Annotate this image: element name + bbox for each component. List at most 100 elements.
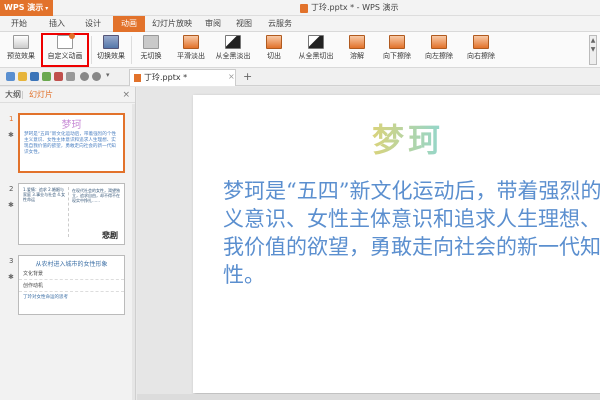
slide-number: 1 — [9, 115, 14, 123]
custom-animation-button[interactable]: 自定义动画 — [41, 33, 89, 67]
transition-label: 切出 — [267, 52, 281, 60]
customize-toolbar-icon[interactable]: ▾ — [106, 71, 112, 80]
dissolve-icon — [349, 35, 365, 49]
presentation-file-icon — [300, 3, 308, 13]
undo-icon[interactable] — [80, 72, 89, 81]
document-tab[interactable]: 丁玲.pptx * — [129, 69, 236, 86]
tab-review[interactable]: 审阅 — [200, 16, 226, 32]
document-tab-label: 丁玲.pptx * — [144, 73, 188, 82]
close-tab-icon[interactable]: × — [228, 72, 235, 81]
animation-star-icon: ✱ — [8, 273, 14, 281]
ribbon: 预览效果 自定义动画 切换效果 无切换 平滑淡出 从全黑淡出 切出 从全黑切出 … — [0, 32, 600, 68]
thumb-title: 从农村进入城市的女性形象 — [35, 261, 108, 268]
transition-wipe-left[interactable]: 向左擦除 — [420, 34, 458, 66]
quick-access-toolbar: ▾ 丁玲.pptx * × + — [0, 68, 600, 86]
slides-panel: 大纲 | 幻灯片 × 1 ✱ 梦珂 梦珂是“五四”新文化运动后，带着强烈的个性主… — [0, 87, 136, 400]
transition-label: 向下擦除 — [383, 52, 411, 60]
tab-slideshow[interactable]: 幻灯片放映 — [149, 16, 195, 32]
tab-design[interactable]: 设计 — [78, 16, 108, 32]
fade-icon — [183, 35, 199, 49]
tab-view[interactable]: 视图 — [231, 16, 257, 32]
thumb-body: 梦珂是“五四”新文化运动后，带着强烈的个性主义意识、女性主体意识和追求人生理想、… — [24, 132, 117, 155]
chevron-down-icon: ▾ — [45, 5, 49, 12]
preview-button[interactable]: 预览效果 — [3, 34, 39, 66]
menu-bar: 开始 插入 设计 动画 幻灯片放映 审阅 视图 云服务 — [0, 16, 600, 32]
transition-label: 平滑淡出 — [177, 52, 205, 60]
save-icon[interactable] — [30, 72, 39, 81]
no-transition-icon — [143, 35, 159, 49]
slide-body-text[interactable]: 梦珂是“五四”新文化运动后，带着强烈的个性主义意识、女性主体意识和追求人生理想、… — [223, 177, 600, 289]
slide-thumbnail-2[interactable]: 1.爱情：追求 2.婚姻与家庭 3.事业与社会 4.女性命运 在现代社会的女性，… — [18, 183, 125, 245]
fade-black-icon — [225, 35, 241, 49]
slide-thumbnail-3[interactable]: 从农村进入城市的女性形象 文化背景 创作动机 丁玲对女性命运的思考 — [18, 255, 125, 315]
window-title: 丁玲.pptx * - WPS 演示 — [300, 0, 398, 16]
slide-title[interactable]: 梦珂 — [193, 115, 600, 161]
title-bar: WPS 演示 ▾ 丁玲.pptx * - WPS 演示 — [0, 0, 600, 16]
transition-none[interactable]: 无切换 — [134, 34, 168, 66]
panel-tab-divider: | — [21, 90, 24, 99]
tab-slides[interactable]: 幻灯片 — [29, 87, 53, 103]
close-panel-icon[interactable]: × — [122, 87, 130, 103]
wipe-right-icon — [473, 35, 489, 49]
preview-print-icon[interactable] — [66, 72, 75, 81]
switch-effect-icon — [103, 35, 119, 49]
ribbon-scroll-arrows[interactable]: ▲ ▼ — [589, 35, 597, 65]
redo-icon[interactable] — [92, 72, 101, 81]
slide-number: 2 — [9, 185, 14, 193]
tab-cloud[interactable]: 云服务 — [262, 16, 298, 32]
wipe-down-icon — [389, 35, 405, 49]
cut-black-icon — [308, 35, 324, 49]
thumb-row: 创作动机 — [19, 280, 124, 292]
thumb-footer: 丁玲对女性命运的思考 — [23, 295, 68, 300]
tab-outline[interactable]: 大纲 — [5, 87, 21, 103]
transition-fade-smooth[interactable]: 平滑淡出 — [172, 34, 210, 66]
transition-wipe-right[interactable]: 向右擦除 — [462, 34, 500, 66]
tab-home[interactable]: 开始 — [4, 16, 34, 32]
transition-cut[interactable]: 切出 — [258, 34, 290, 66]
preview-label: 预览效果 — [7, 52, 35, 60]
panel-scrollbar[interactable] — [132, 104, 135, 400]
transition-wipe-down[interactable]: 向下擦除 — [378, 34, 416, 66]
ribbon-separator — [91, 36, 92, 64]
tab-animation[interactable]: 动画 — [113, 16, 145, 32]
transition-label: 向左擦除 — [425, 52, 453, 60]
tab-insert[interactable]: 插入 — [42, 16, 72, 32]
window-title-text: 丁玲.pptx * - WPS 演示 — [311, 3, 399, 12]
slide-editor: 梦珂 梦珂是“五四”新文化运动后，带着强烈的个性主义意识、女性主体意识和追求人生… — [137, 87, 600, 400]
transition-label: 向右擦除 — [467, 52, 495, 60]
transition-cut-black[interactable]: 从全黑切出 — [293, 34, 339, 66]
slide-number: 3 — [9, 257, 14, 265]
thumb-right-column: 在现代社会的女性，渴望独立，追求自由，却不得不在现实中挣扎…… — [72, 188, 120, 203]
transition-fade-black[interactable]: 从全黑淡出 — [211, 34, 255, 66]
open-icon[interactable] — [18, 72, 27, 81]
thumb-left-column: 1.爱情：追求 2.婚姻与家庭 3.事业与社会 4.女性命运 — [23, 187, 69, 237]
current-slide[interactable]: 梦珂 梦珂是“五四”新文化运动后，带着强烈的个性主义意识、女性主体意识和追求人生… — [193, 95, 600, 393]
transition-label: 从全黑淡出 — [215, 52, 251, 60]
print-icon[interactable] — [42, 72, 51, 81]
transition-label: 从全黑切出 — [298, 52, 334, 60]
transition-dissolve[interactable]: 溶解 — [342, 34, 372, 66]
panel-tabs: 大纲 | 幻灯片 × — [0, 87, 135, 103]
new-tab-icon[interactable]: + — [243, 70, 252, 83]
ribbon-separator — [131, 36, 132, 64]
transition-label: 无切换 — [140, 52, 162, 60]
cut-icon — [266, 35, 282, 49]
new-icon[interactable] — [6, 72, 15, 81]
app-menu-button[interactable]: WPS 演示 ▾ — [0, 0, 53, 16]
app-name: WPS 演示 — [4, 3, 44, 12]
horizontal-scrollbar[interactable] — [137, 394, 600, 400]
wipe-left-icon — [431, 35, 447, 49]
animation-star-icon: ✱ — [8, 201, 14, 209]
switch-effect-label: 切换效果 — [97, 52, 125, 60]
custom-animation-label: 自定义动画 — [47, 52, 83, 60]
thumb-title: 梦珂 — [61, 120, 82, 131]
custom-animation-icon — [57, 33, 75, 49]
slide-thumbnail-1[interactable]: 梦珂 梦珂是“五四”新文化运动后，带着强烈的个性主义意识、女性主体意识和追求人生… — [18, 113, 125, 173]
thumb-row: 文化背景 — [19, 268, 124, 280]
presentation-file-icon — [134, 74, 141, 82]
transition-label: 溶解 — [350, 52, 364, 60]
preview-icon — [13, 35, 29, 49]
thumb-signature: 悲剧 — [102, 230, 118, 240]
pdf-icon[interactable] — [54, 72, 63, 81]
switch-effect-button[interactable]: 切换效果 — [93, 34, 129, 66]
